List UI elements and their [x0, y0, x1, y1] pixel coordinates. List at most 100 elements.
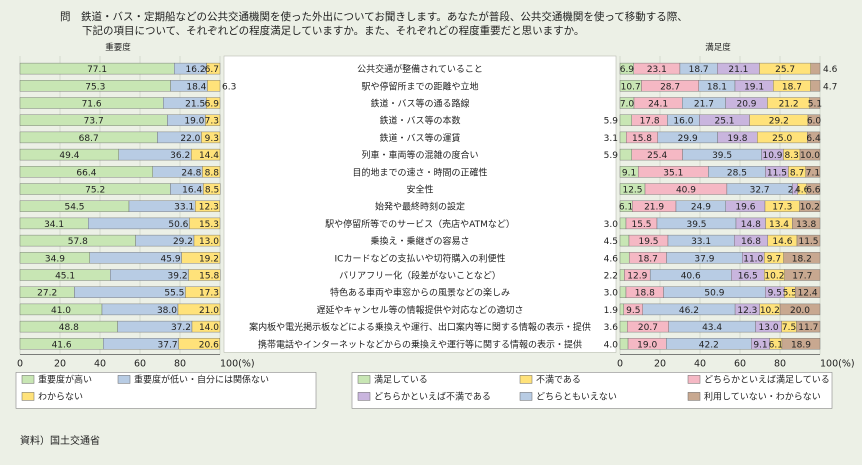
satisfaction-value-label: 20.0 — [790, 306, 810, 316]
satisfaction-value-label: 14.8 — [741, 220, 761, 230]
importance-tick-label: 20 — [54, 358, 66, 369]
legend-swatch — [357, 375, 371, 384]
importance-value-label: 39.2 — [168, 272, 188, 282]
question-line1: 問 鉄道・バス・定期船などの公共交通機関を使った外出についてお聞きします。あなた… — [60, 10, 688, 23]
question-line2: 下記の項目について、それぞれどの程度満足していますか。また、それぞれどの程度重要… — [82, 24, 584, 37]
legend-label: 重要度が低い・自分には関係ない — [134, 373, 269, 385]
satisfaction-tick-label: 40 — [694, 358, 706, 369]
satisfaction-value-label: 10.2 — [764, 272, 784, 282]
legend-label: 不満である — [536, 374, 581, 385]
item-label: ICカードなどの支払いや切符購入の利便性 — [335, 252, 506, 264]
satisfaction-value-label: 10.2 — [760, 306, 780, 316]
item-label: 鉄道・バス等の運賃 — [379, 132, 460, 144]
importance-value-label: 7.3 — [205, 117, 219, 127]
item-label: 安全性 — [406, 184, 433, 196]
satisfaction-value-label: 15.5 — [631, 220, 651, 230]
satisfaction-value-label: 6.6 — [806, 186, 821, 196]
legend-label: わからない — [38, 391, 83, 402]
item-label: 鉄道・バス等の通る路線 — [370, 98, 469, 110]
satisfaction-value-label: 12.4 — [798, 289, 818, 299]
satisfaction-bar-segment — [619, 217, 627, 230]
satisfaction-value-label: 10.0 — [800, 151, 820, 161]
satisfaction-value-label: 9.1 — [622, 168, 636, 178]
importance-value-label: 77.1 — [87, 65, 107, 75]
satisfaction-value-label: 28.7 — [660, 82, 680, 92]
satisfaction-value-label: 18.1 — [707, 82, 727, 92]
satisfaction-tick-label: 0 — [617, 358, 623, 369]
satisfaction-value-label: 21.9 — [644, 203, 664, 213]
satisfaction-value-label: 10.2 — [800, 203, 820, 213]
importance-value-label: 19.2 — [199, 254, 219, 264]
importance-value-label: 15.8 — [199, 272, 219, 282]
satisfaction-value-label: 35.1 — [663, 168, 683, 178]
satisfaction-value-label: 28.5 — [727, 168, 747, 178]
importance-value-label: 8.8 — [205, 168, 220, 178]
legend-swatch — [21, 392, 35, 401]
importance-value-label: 50.6 — [168, 220, 188, 230]
satisfaction-value-label: 11.0 — [743, 254, 763, 264]
legend-label: どちらかといえば満足している — [704, 374, 830, 385]
satisfaction-tick-label: 60 — [734, 358, 746, 369]
satisfaction-value-label: 18.7 — [638, 254, 658, 264]
importance-value-label: 16.4 — [182, 186, 202, 196]
importance-value-label: 71.6 — [82, 100, 102, 110]
satisfaction-value-label: 37.9 — [694, 254, 714, 264]
satisfaction-bar-segment — [619, 286, 627, 298]
item-label: 目的地までの速さ・時間の正確性 — [352, 166, 487, 178]
satisfaction-value-label: 6.1 — [619, 203, 633, 213]
satisfaction-value-label: 19.6 — [735, 203, 755, 213]
satisfaction-value-label: 33.1 — [691, 237, 711, 247]
importance-value-label: 14.4 — [199, 151, 219, 161]
item-label: 特色ある車両や車窓からの風景などの楽しみ — [330, 287, 510, 299]
satisfaction-value-label: 40.9 — [676, 186, 696, 196]
item-label: 駅や停留所までの距離や立地 — [361, 80, 478, 92]
satisfaction-bar-segment — [619, 114, 633, 126]
legend-swatch — [357, 392, 371, 401]
satisfaction-value-label: 40.6 — [681, 272, 701, 282]
importance-value-label: 37.7 — [158, 340, 178, 350]
satisfaction-value-label: 7.5 — [782, 323, 796, 333]
satisfaction-value-label: 39.5 — [686, 220, 706, 230]
satisfaction-value-label: 2.2 — [604, 272, 618, 282]
importance-value-label: 75.3 — [85, 82, 105, 92]
item-label: 駅や停留所等でのサービス（売店やATMなど） — [325, 218, 515, 230]
satisfaction-value-label: 18.8 — [635, 289, 655, 299]
importance-value-label: 19.0 — [184, 117, 204, 127]
legend-label: 重要度が高い — [38, 373, 92, 385]
item-label: 公共交通が整備されていること — [357, 63, 483, 75]
satisfaction-value-label: 7.0 — [620, 100, 635, 110]
legend-swatch — [687, 375, 701, 384]
importance-value-label: 15.3 — [199, 220, 219, 230]
importance-value-label: 9.3 — [205, 134, 219, 144]
satisfaction-value-label: 15.8 — [632, 134, 652, 144]
importance-value-label: 34.1 — [44, 220, 64, 230]
satisfaction-value-label: 5.1 — [808, 100, 822, 110]
chart-canvas: 問 鉄道・バス・定期船などの公共交通機関を使った外出についてお聞きします。あなた… — [15, 10, 855, 447]
legend-label: 利用していない・わからない — [704, 390, 821, 402]
satisfaction-bar-segment — [619, 234, 630, 247]
satisfaction-value-label: 6.1 — [769, 340, 783, 350]
satisfaction-value-label: 16.0 — [673, 117, 693, 127]
legend-label: どちらかといえば不満である — [374, 391, 491, 402]
importance-value-label: 13.0 — [199, 237, 219, 247]
satisfaction-value-label: 12.5 — [622, 186, 642, 196]
importance-value-label: 57.8 — [68, 237, 88, 247]
satisfaction-value-label: 3.0 — [604, 289, 619, 299]
satisfaction-value-label: 18.9 — [791, 340, 811, 350]
satisfaction-bar-segment — [810, 62, 821, 75]
importance-value-label: 54.5 — [64, 203, 84, 213]
satisfaction-value-label: 20.7 — [638, 323, 658, 333]
importance-value-label: 18.4 — [186, 82, 206, 92]
importance-value-label: 21.5 — [185, 100, 205, 110]
legend-label: どちらともいえない — [536, 391, 617, 402]
legend-swatch — [519, 375, 533, 384]
importance-value-label: 20.6 — [199, 340, 219, 350]
legend-swatch — [21, 375, 35, 384]
satisfaction-value-label: 11.5 — [767, 168, 787, 178]
importance-value-label: 45.9 — [161, 254, 181, 264]
item-label: バリアフリー化（段差がないことなど） — [339, 270, 501, 282]
satisfaction-value-label: 29.2 — [769, 117, 789, 127]
item-label: 遅延やキャンセル等の情報提供や対応などの適切さ — [316, 304, 523, 316]
importance-tick-label: 0 — [17, 358, 23, 369]
satisfaction-value-label: 11.5 — [798, 237, 818, 247]
